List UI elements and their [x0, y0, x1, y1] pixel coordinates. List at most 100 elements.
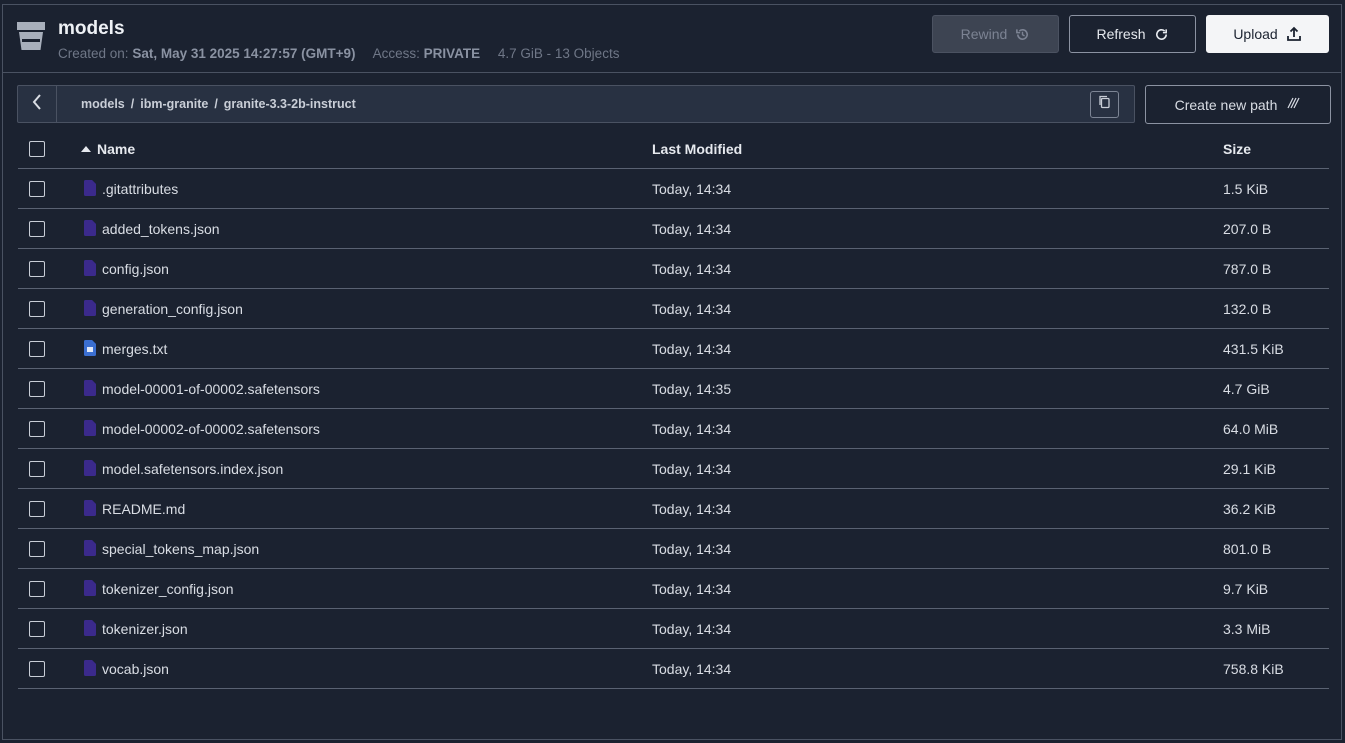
last-modified: Today, 14:35 — [652, 381, 732, 397]
file-size: 758.8 KiB — [1223, 661, 1284, 677]
bucket-usage: 4.7 GiB - 13 Objects — [497, 46, 620, 61]
row-checkbox[interactable] — [29, 581, 45, 597]
file-icon — [84, 260, 96, 276]
column-header-name-label: Name — [97, 141, 136, 157]
last-modified: Today, 14:34 — [652, 221, 732, 237]
table-row[interactable]: model-00001-of-00002.safetensors Today, 1… — [18, 369, 1329, 409]
refresh-button[interactable]: Refresh — [1069, 15, 1196, 53]
select-all-checkbox[interactable] — [29, 141, 45, 157]
row-checkbox[interactable] — [29, 501, 45, 517]
file-size: 29.1 KiB — [1223, 461, 1276, 477]
last-modified: Today, 14:34 — [652, 421, 732, 437]
create-new-path-label: Create new path — [1174, 96, 1278, 113]
last-modified: Today, 14:34 — [652, 341, 732, 357]
file-icon — [84, 460, 96, 476]
back-button[interactable] — [18, 86, 57, 122]
row-checkbox[interactable] — [29, 541, 45, 557]
last-modified: Today, 14:34 — [652, 301, 732, 317]
table-row[interactable]: README.md Today, 14:34 36.2 KiB — [18, 489, 1329, 529]
file-name[interactable]: config.json — [102, 261, 169, 277]
table-row[interactable]: tokenizer.json Today, 14:34 3.3 MiB — [18, 609, 1329, 649]
row-checkbox[interactable] — [29, 421, 45, 437]
last-modified: Today, 14:34 — [652, 181, 732, 197]
file-size: 36.2 KiB — [1223, 501, 1276, 517]
breadcrumb-separator: / — [130, 97, 135, 111]
row-checkbox[interactable] — [29, 341, 45, 357]
upload-button[interactable]: Upload — [1206, 15, 1329, 53]
breadcrumb-current: granite-3.3-2b-instruct — [223, 97, 356, 111]
row-checkbox[interactable] — [29, 381, 45, 397]
file-name[interactable]: tokenizer_config.json — [102, 581, 234, 597]
last-modified: Today, 14:34 — [652, 621, 732, 637]
column-header-name[interactable]: Name — [81, 141, 135, 157]
row-checkbox[interactable] — [29, 461, 45, 477]
file-size: 3.3 MiB — [1223, 621, 1271, 637]
row-checkbox[interactable] — [29, 621, 45, 637]
bucket-icon — [16, 20, 46, 52]
last-modified: Today, 14:34 — [652, 461, 732, 477]
bucket-title: models — [58, 18, 125, 39]
file-name[interactable]: generation_config.json — [102, 301, 243, 317]
file-icon — [84, 620, 96, 636]
object-table: Name Last Modified Size .gitattributes To… — [18, 129, 1329, 689]
row-checkbox[interactable] — [29, 261, 45, 277]
rewind-button[interactable]: Rewind — [932, 15, 1059, 53]
text-file-icon — [84, 340, 96, 356]
file-name[interactable]: README.md — [102, 501, 185, 517]
table-body: .gitattributes Today, 14:34 1.5 KiB added_t… — [18, 169, 1329, 689]
upload-icon — [1286, 26, 1302, 42]
table-row[interactable]: config.json Today, 14:34 787.0 B — [18, 249, 1329, 289]
file-icon — [84, 220, 96, 236]
file-name[interactable]: merges.txt — [102, 341, 167, 357]
copy-path-button[interactable] — [1090, 91, 1119, 118]
last-modified: Today, 14:34 — [652, 541, 732, 557]
create-new-path-button[interactable]: Create new path — [1145, 85, 1331, 124]
file-name[interactable]: vocab.json — [102, 661, 169, 677]
chevron-left-icon — [31, 93, 43, 115]
file-name[interactable]: model-00001-of-00002.safetensors — [102, 381, 320, 397]
breadcrumb-models[interactable]: models — [81, 97, 125, 111]
file-name[interactable]: model.safetensors.index.json — [102, 461, 283, 477]
row-checkbox[interactable] — [29, 221, 45, 237]
last-modified: Today, 14:34 — [652, 661, 732, 677]
table-row[interactable]: vocab.json Today, 14:34 758.8 KiB — [18, 649, 1329, 689]
file-icon — [84, 380, 96, 396]
file-icon — [84, 420, 96, 436]
file-name[interactable]: model-00002-of-00002.safetensors — [102, 421, 320, 437]
table-row[interactable]: tokenizer_config.json Today, 14:34 9.7 KiB — [18, 569, 1329, 609]
row-checkbox[interactable] — [29, 301, 45, 317]
file-size: 64.0 MiB — [1223, 421, 1279, 437]
table-row[interactable]: model-00002-of-00002.safetensors Today, 1… — [18, 409, 1329, 449]
table-row[interactable]: merges.txt Today, 14:34 431.5 KiB — [18, 329, 1329, 369]
row-checkbox[interactable] — [29, 661, 45, 677]
file-icon — [84, 540, 96, 556]
column-header-last-modified[interactable]: Last Modified — [652, 141, 742, 157]
table-row[interactable]: special_tokens_map.json Today, 14:34 801.0… — [18, 529, 1329, 569]
refresh-icon — [1154, 27, 1169, 42]
breadcrumb-ibm-granite[interactable]: ibm-granite — [140, 97, 208, 111]
file-icon — [84, 500, 96, 516]
file-name[interactable]: tokenizer.json — [102, 621, 188, 637]
rewind-label: Rewind — [960, 26, 1008, 42]
table-row[interactable]: .gitattributes Today, 14:34 1.5 KiB — [18, 169, 1329, 209]
copy-icon — [1098, 95, 1111, 114]
file-name[interactable]: .gitattributes — [102, 181, 178, 197]
last-modified: Today, 14:34 — [652, 581, 732, 597]
table-header-row: Name Last Modified Size — [18, 129, 1329, 169]
row-checkbox[interactable] — [29, 181, 45, 197]
access-label: Access: — [372, 46, 420, 61]
file-name[interactable]: added_tokens.json — [102, 221, 220, 237]
last-modified: Today, 14:34 — [652, 261, 732, 277]
bucket-meta: Created on: Sat, May 31 2025 14:27:57 (G… — [58, 46, 619, 61]
table-row[interactable]: added_tokens.json Today, 14:34 207.0 B — [18, 209, 1329, 249]
table-row[interactable]: model.safetensors.index.json Today, 14:34… — [18, 449, 1329, 489]
column-header-size[interactable]: Size — [1223, 141, 1251, 157]
file-size: 9.7 KiB — [1223, 581, 1269, 597]
file-icon — [84, 180, 96, 196]
breadcrumb-separator: / — [214, 97, 218, 111]
file-icon — [84, 660, 96, 676]
file-name[interactable]: special_tokens_map.json — [102, 541, 259, 557]
path-bar: models / ibm-granite / granite-3.3-2b-instru… — [17, 85, 1135, 123]
table-row[interactable]: generation_config.json Today, 14:34 132.0 … — [18, 289, 1329, 329]
access-value: PRIVATE — [423, 46, 481, 61]
